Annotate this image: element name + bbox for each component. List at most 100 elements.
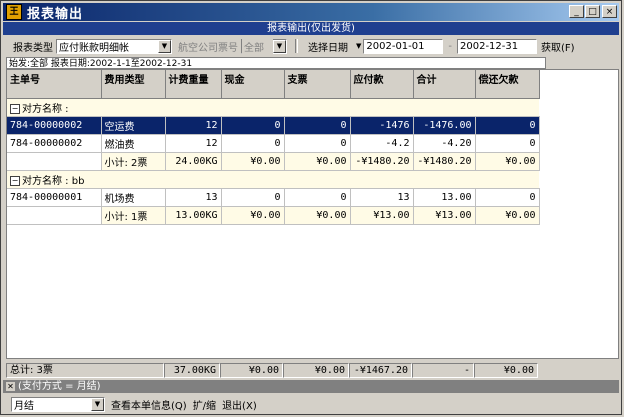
collapse-icon[interactable]: − <box>10 176 20 186</box>
toolbar: 报表类型 应付账款明细帐 ▼ 航空公司票号 全部 ▼ 选择日期 ▼ 2002-0… <box>3 36 619 56</box>
maximize-button[interactable]: □ <box>585 5 600 18</box>
cell-repay: 0 <box>475 116 540 135</box>
cell-cash: 0 <box>221 116 285 135</box>
toolbar-separator <box>295 39 298 53</box>
title-bar[interactable]: 王 报表输出 _ □ × <box>3 3 619 22</box>
app-icon: 王 <box>6 4 22 20</box>
total-repay: ¥0.00 <box>474 363 538 378</box>
airline-select[interactable]: 全部 ▼ <box>241 38 287 54</box>
subtotal-row[interactable]: 小计: 2票 24.00KG ¥0.00 ¥0.00 -¥1480.20 -¥1… <box>7 152 540 171</box>
fetch-button[interactable]: 获取(F) <box>541 39 575 54</box>
airline-value: 全部 <box>242 38 273 54</box>
report-subtitle: 报表输出(仅出发货) <box>3 22 619 35</box>
exit-button[interactable]: 退出(X) <box>222 397 257 412</box>
airline-label: 航空公司票号 <box>178 42 238 54</box>
col-header[interactable]: 主单号 <box>7 70 102 99</box>
cell-repay: 0 <box>475 134 540 153</box>
payment-method-value: 月结 <box>14 401 34 412</box>
cell-sum: ¥13.00 <box>413 206 476 225</box>
cell-weight: 13 <box>165 188 222 207</box>
window-controls: _ □ × <box>568 5 617 18</box>
cell-check: ¥0.00 <box>284 152 351 171</box>
filter-bar: ✕ (支付方式 = 月结) <box>3 380 619 393</box>
expand-collapse-button[interactable]: 扩/缩 <box>193 397 216 412</box>
total-label: 总计: 3票 <box>6 363 164 378</box>
col-header[interactable]: 支票 <box>284 70 351 99</box>
close-button[interactable]: × <box>602 5 617 18</box>
total-cash: ¥0.00 <box>220 363 283 378</box>
cell-awb: 784-00000001 <box>7 188 102 207</box>
cell-cash: ¥0.00 <box>221 152 285 171</box>
date-dash: - <box>448 40 452 52</box>
col-header[interactable]: 偿还欠款 <box>475 70 540 99</box>
cell-sum: 13.00 <box>413 188 476 207</box>
total-sum: -¥1467.20 <box>412 363 474 390</box>
cell-repay: ¥0.00 <box>475 206 540 225</box>
cell-repay: ¥0.00 <box>475 152 540 171</box>
totals-bar: 总计: 3票 37.00KG ¥0.00 ¥0.00 -¥1467.20 -¥1… <box>6 363 546 390</box>
group-label: 对方名称 : <box>22 104 69 115</box>
cell-fee-type: 空运费 <box>101 116 166 135</box>
report-table: 主单号 费用类型 计费重量 现金 支票 应付款 合计 偿还欠款 − 对方名称 : … <box>7 70 540 225</box>
col-header[interactable]: 现金 <box>221 70 285 99</box>
date-label: 选择日期 <box>308 42 348 54</box>
cell-cash: 0 <box>221 134 285 153</box>
cell-fee-type: 燃油费 <box>101 134 166 153</box>
report-info-line: 始发:全部 报表日期:2002-1-1至2002-12-31 <box>6 57 546 69</box>
table-row[interactable]: 784-00000002 空运费 12 0 0 -1476 -1476.00 0 <box>7 116 540 135</box>
report-type-select[interactable]: 应付账款明细帐 ▼ <box>56 38 172 54</box>
cell-awb: 784-00000002 <box>7 116 102 135</box>
report-type-value: 应付账款明细帐 <box>59 42 129 54</box>
chevron-down-icon[interactable]: ▼ <box>158 39 171 53</box>
subtotal-row[interactable]: 小计: 1票 13.00KG ¥0.00 ¥0.00 ¥13.00 ¥13.00… <box>7 206 540 225</box>
table-row[interactable]: 784-00000001 机场费 13 0 0 13 13.00 0 <box>7 188 540 207</box>
cell-sum: -¥1480.20 <box>413 152 476 171</box>
group-label: 对方名称 : bb <box>22 176 85 187</box>
cell-check: 0 <box>284 188 351 207</box>
minimize-button[interactable]: _ <box>569 5 584 18</box>
cell-cash: 0 <box>221 188 285 207</box>
cell-sum: -4.20 <box>413 134 476 153</box>
payment-method-select[interactable]: 月结 ▼ <box>11 397 105 412</box>
group-header[interactable]: − 对方名称 : bb <box>7 170 539 189</box>
cell-subtotal-label: 小计: 1票 <box>101 206 166 225</box>
cell-check: ¥0.00 <box>284 206 351 225</box>
collapse-icon[interactable]: − <box>10 104 20 114</box>
col-header[interactable]: 应付款 <box>350 70 414 99</box>
chevron-down-icon[interactable]: ▼ <box>91 398 104 411</box>
total-check: ¥0.00 <box>283 363 349 378</box>
table-row[interactable]: 784-00000002 燃油费 12 0 0 -4.2 -4.20 0 <box>7 134 540 153</box>
cell-cash: ¥0.00 <box>221 206 285 225</box>
cell-payable: -4.2 <box>350 134 414 153</box>
col-header[interactable]: 费用类型 <box>101 70 166 99</box>
cell-payable: -1476 <box>350 116 414 135</box>
report-grid[interactable]: 主单号 费用类型 计费重量 现金 支票 应付款 合计 偿还欠款 − 对方名称 : … <box>6 69 619 359</box>
report-window: 王 报表输出 _ □ × 报表输出(仅出发货) 报表类型 应付账款明细帐 ▼ 航… <box>0 0 622 415</box>
total-payable: -¥1467.20 <box>349 363 412 378</box>
cell-empty <box>7 152 102 171</box>
cell-payable: 13 <box>350 188 414 207</box>
bottom-bar: 月结 ▼ 查看本单信息(Q) 扩/缩 退出(X) <box>3 395 619 414</box>
view-info-button[interactable]: 查看本单信息(Q) <box>111 397 187 412</box>
cell-payable: -¥1480.20 <box>350 152 414 171</box>
dropdown-arrow-icon[interactable]: ▼ <box>356 42 361 50</box>
chevron-down-icon[interactable]: ▼ <box>273 39 286 53</box>
cell-check: 0 <box>284 116 351 135</box>
cell-weight: 12 <box>165 116 222 135</box>
group-header[interactable]: − 对方名称 : <box>7 98 539 117</box>
cell-repay: 0 <box>475 188 540 207</box>
cell-awb: 784-00000002 <box>7 134 102 153</box>
clear-filter-icon[interactable]: ✕ <box>6 382 15 391</box>
date-from-input[interactable]: 2002-01-01 <box>363 38 444 54</box>
cell-check: 0 <box>284 134 351 153</box>
col-header[interactable]: 计费重量 <box>165 70 222 99</box>
cell-weight: 13.00KG <box>165 206 222 225</box>
cell-weight: 12 <box>165 134 222 153</box>
date-to-input[interactable]: 2002-12-31 <box>457 38 537 54</box>
cell-weight: 24.00KG <box>165 152 222 171</box>
cell-payable: ¥13.00 <box>350 206 414 225</box>
table-header: 主单号 费用类型 计费重量 现金 支票 应付款 合计 偿还欠款 <box>7 70 540 99</box>
window-title: 报表输出 <box>27 6 84 22</box>
col-header[interactable]: 合计 <box>413 70 476 99</box>
cell-sum: -1476.00 <box>413 116 476 135</box>
